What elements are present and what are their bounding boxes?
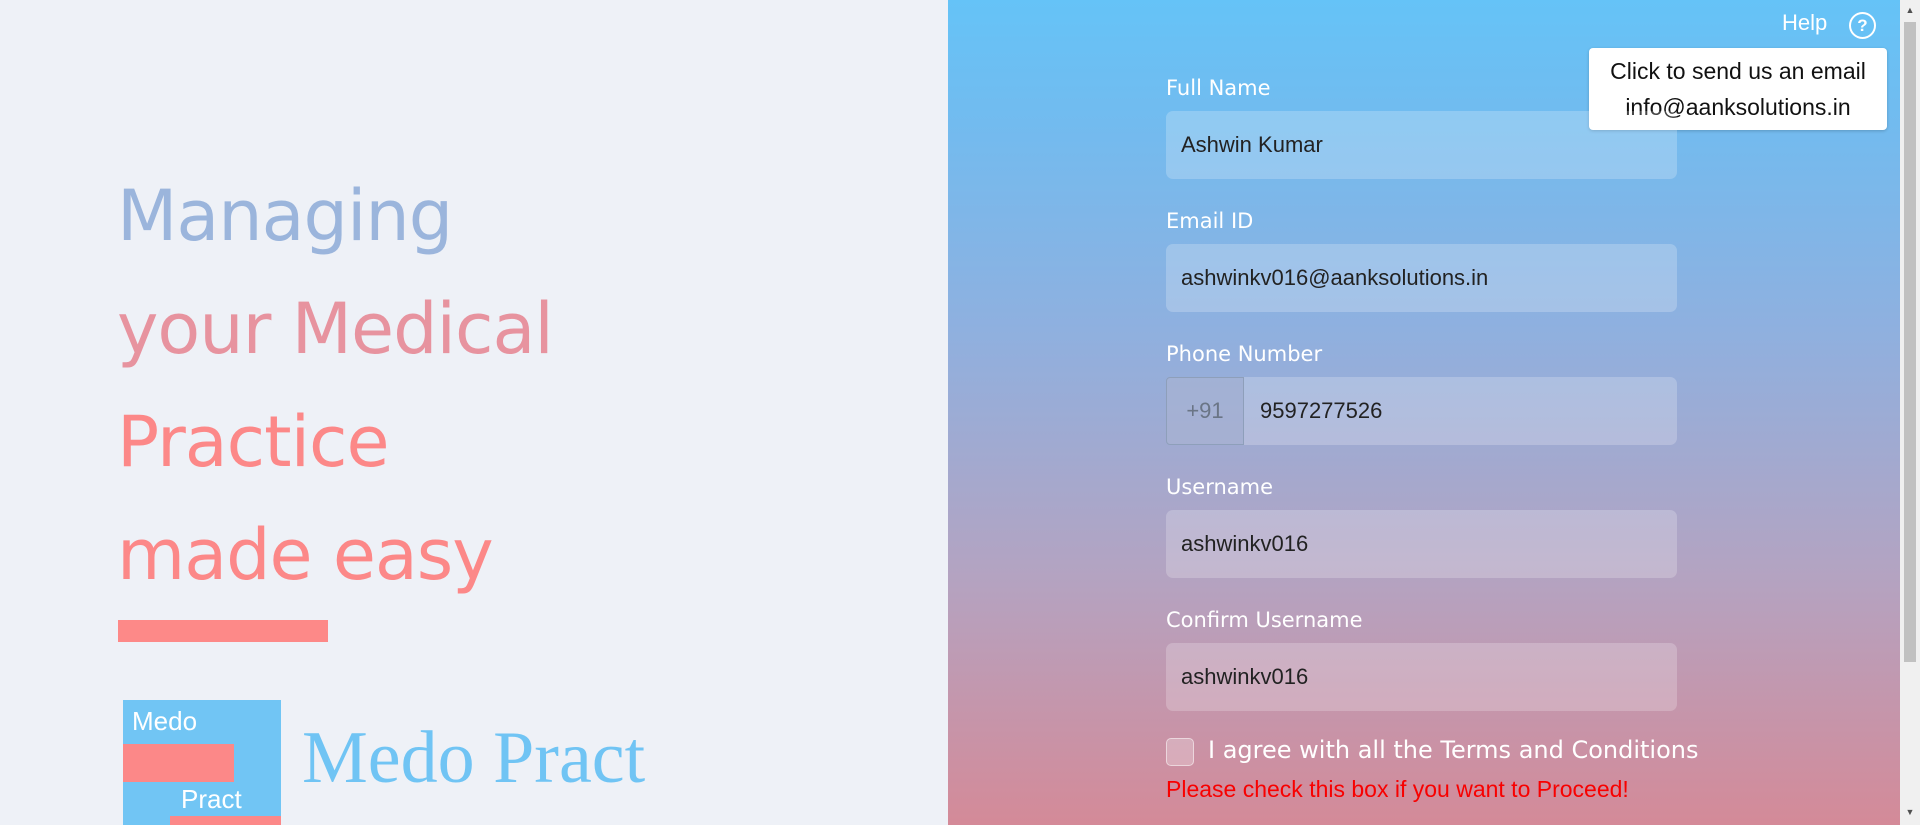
left-panel: Managing your Medical Practice made easy… <box>0 0 948 825</box>
hero-line-3: Practice <box>117 401 390 483</box>
full-name-input[interactable]: Ashwin Kumar <box>1166 111 1677 179</box>
logo-bar <box>123 744 234 782</box>
hero-line-2: your Medical <box>117 288 554 370</box>
confirm-username-input[interactable]: ashwinkv016 <box>1166 643 1677 711</box>
logo: Medo Pract <box>123 700 281 825</box>
country-code-prefix: +91 <box>1166 377 1244 445</box>
hero-accent-bar <box>118 620 328 642</box>
logo-top-text: Medo <box>132 706 198 736</box>
scrollbar-thumb[interactable] <box>1904 22 1916 662</box>
brand-name: Medo Pract <box>302 717 646 799</box>
phone-input[interactable]: 9597277526 <box>1244 377 1677 445</box>
terms-label[interactable]: I agree with all the Terms and Condition… <box>1208 736 1699 764</box>
username-input[interactable]: ashwinkv016 <box>1166 510 1677 578</box>
hero-line-4: made easy <box>117 514 494 596</box>
hero-line-1: Managing <box>117 175 453 257</box>
help-link[interactable]: Help <box>1782 10 1827 36</box>
confirm-username-label: Confirm Username <box>1166 608 1363 632</box>
help-icon[interactable]: ? <box>1849 12 1876 39</box>
hero-headline: Managing your Medical Practice made easy <box>117 160 554 612</box>
logo-bottom-text: Pract <box>181 784 242 814</box>
logo-bar <box>170 816 281 825</box>
tooltip-text: Click to send us an email <box>1610 58 1866 84</box>
username-label: Username <box>1166 475 1274 499</box>
email-input[interactable]: ashwinkv016@aanksolutions.in <box>1166 244 1677 312</box>
scroll-down-arrow-icon[interactable]: ▼ <box>1904 806 1916 818</box>
terms-checkbox[interactable] <box>1166 738 1194 766</box>
full-name-label: Full Name <box>1166 76 1271 100</box>
terms-error-message: Please check this box if you want to Pro… <box>1166 776 1629 802</box>
phone-label: Phone Number <box>1166 342 1323 366</box>
vertical-scrollbar[interactable]: ▲ ▼ <box>1900 0 1920 825</box>
email-label: Email ID <box>1166 209 1254 233</box>
scroll-up-arrow-icon[interactable]: ▲ <box>1904 4 1916 16</box>
